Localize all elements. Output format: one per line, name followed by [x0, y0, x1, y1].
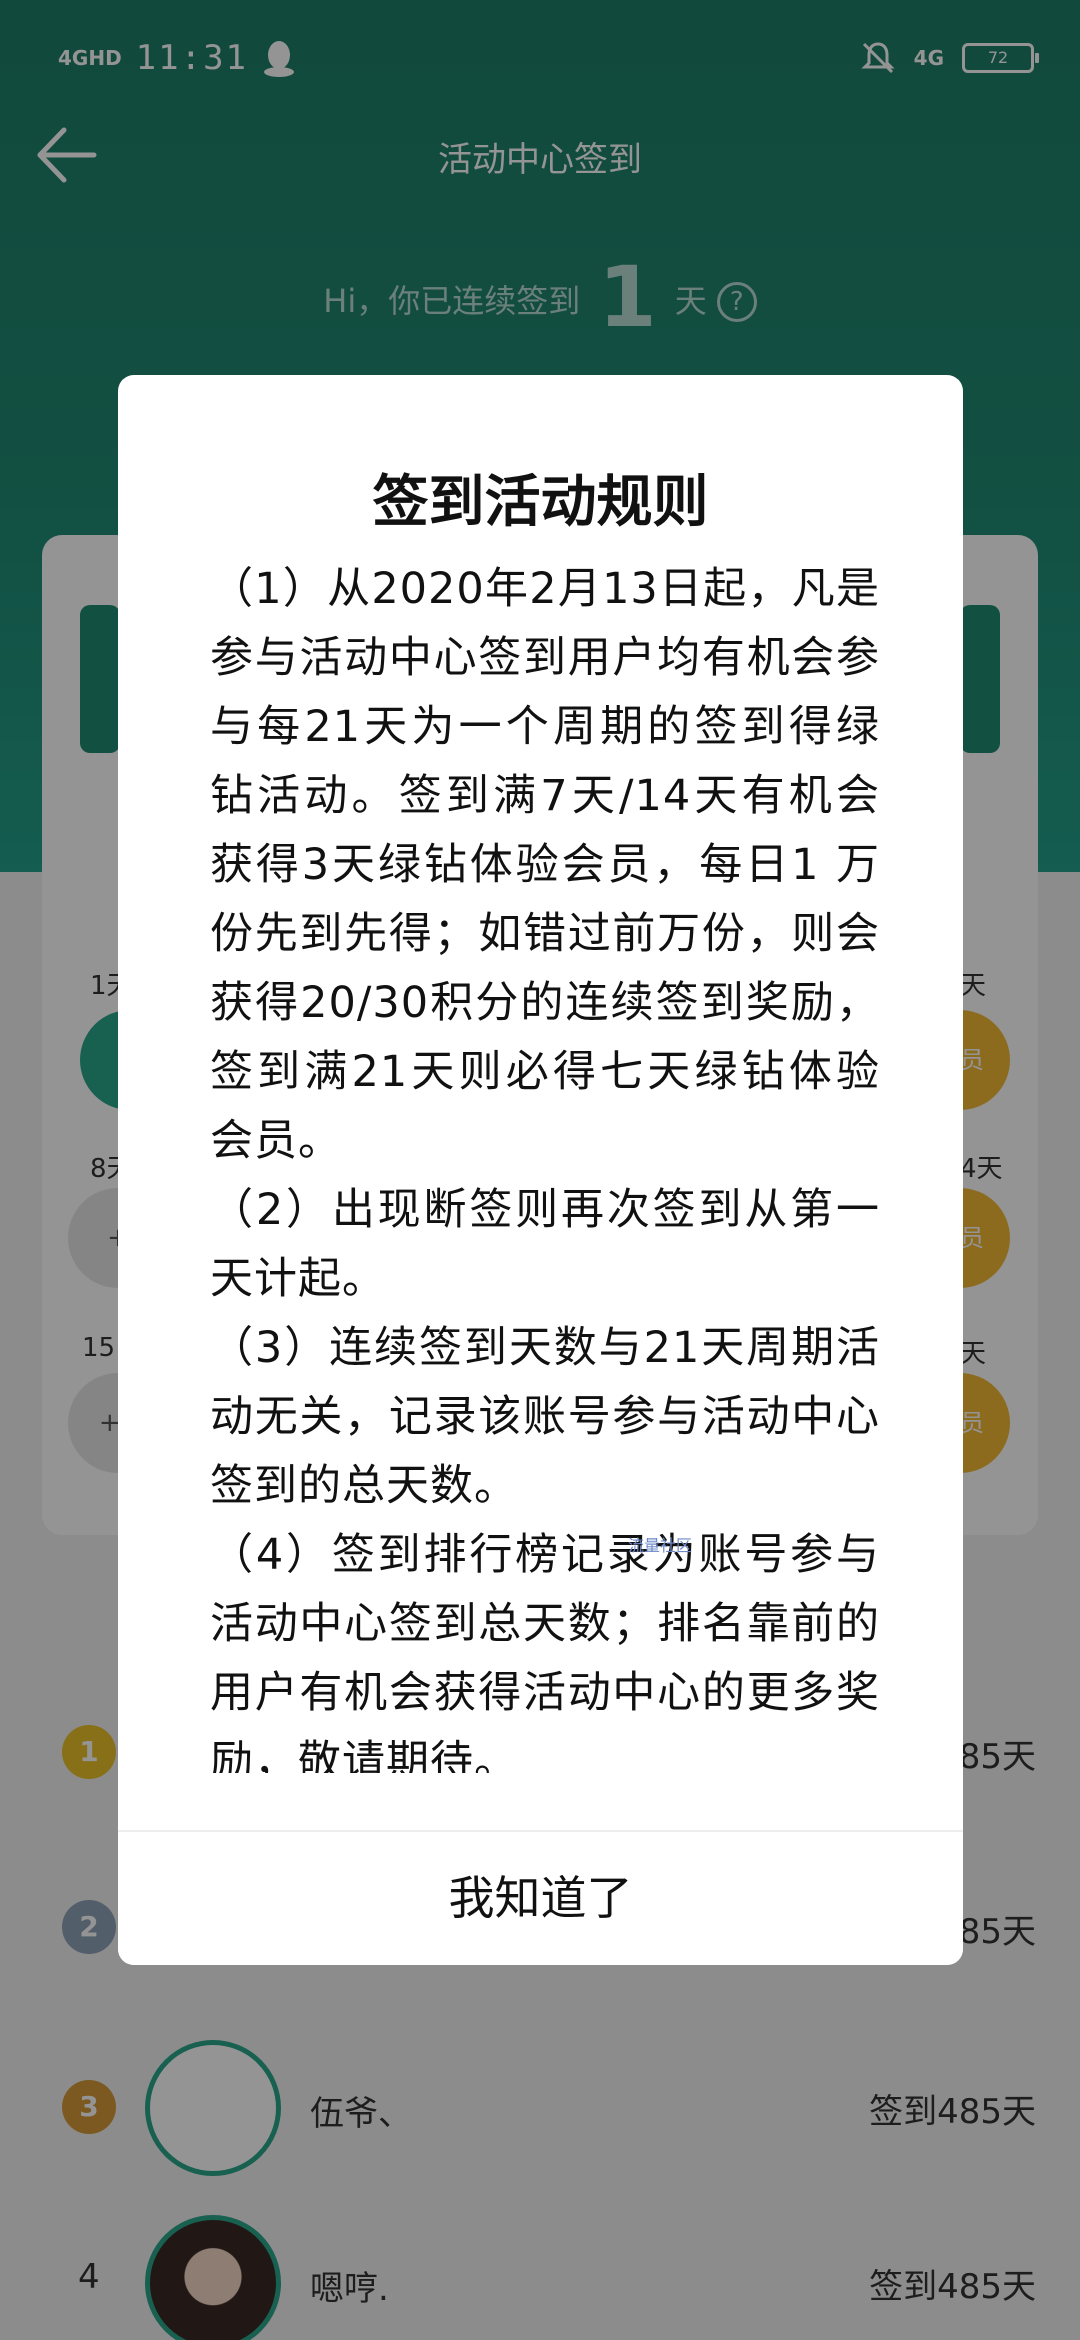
- watermark: 流量社区: [628, 1536, 693, 1555]
- rules-scroll-area[interactable]: （1）从2020年2月13日起，凡是参与活动中心签到用户均有机会参与每21天为一…: [210, 555, 880, 1773]
- dialog-title: 签到活动规则: [372, 470, 709, 535]
- rules-dialog: 签到活动规则 （1）从2020年2月13日起，凡是参与活动中心签到用户均有机会参…: [118, 375, 963, 1965]
- rule-paragraph: （1）从2020年2月13日起，凡是参与活动中心签到用户均有机会参与每21天为一…: [210, 564, 880, 1166]
- rule-paragraph: （2）出现断签则再次签到从第一天计起。: [210, 1185, 880, 1304]
- confirm-button[interactable]: 我知道了: [118, 1832, 963, 1965]
- rule-paragraph: （3）连续签到天数与21天周期活动无关，记录该账号参与活动中心签到的总天数。: [210, 1323, 880, 1511]
- rule-paragraph: （4）签到排行榜记录为账号参与活动中心签到总天数；排名靠前的用户有机会获得活动中…: [210, 1530, 880, 1773]
